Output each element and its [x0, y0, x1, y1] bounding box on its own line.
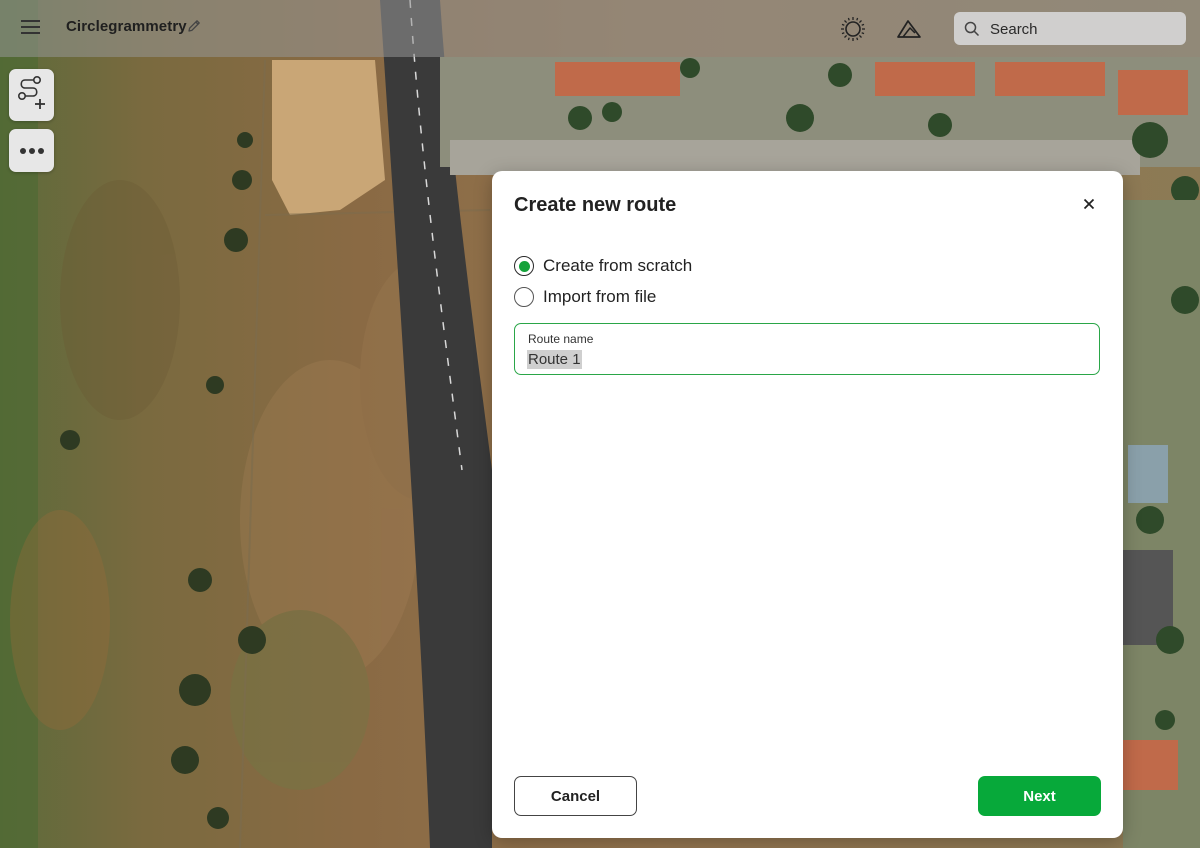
route-name-field[interactable]: Route name Route 1	[514, 323, 1100, 375]
sun-icon	[839, 17, 867, 47]
terrain-button[interactable]	[895, 15, 923, 43]
pencil-icon	[186, 20, 202, 38]
top-bar: Circlegrammetry	[0, 0, 1200, 57]
mountain-icon	[895, 20, 923, 47]
route-add-icon	[17, 75, 47, 116]
hamburger-icon	[21, 19, 41, 40]
create-route-tool-button[interactable]	[9, 69, 54, 121]
option-label: Import from file	[543, 287, 657, 306]
option-create-from-scratch[interactable]: Create from scratch	[514, 254, 692, 278]
menu-button[interactable]	[12, 10, 50, 48]
search-bar[interactable]	[954, 12, 1186, 47]
lighting-button[interactable]	[839, 15, 867, 43]
more-dots-icon	[19, 142, 45, 160]
dialog-title: Create new route	[514, 194, 677, 216]
search-input[interactable]	[988, 12, 1182, 47]
option-label: Create from scratch	[543, 256, 693, 275]
next-button[interactable]: Next	[978, 776, 1101, 816]
edit-title-button[interactable]	[186, 18, 206, 38]
close-button[interactable]	[1078, 195, 1100, 217]
more-options-button[interactable]	[9, 129, 54, 172]
create-route-dialog: Create new route Create from scratch Imp…	[492, 171, 1123, 838]
radio-button[interactable]	[514, 287, 534, 307]
search-icon	[964, 21, 980, 42]
route-name-label: Route name	[528, 332, 594, 346]
close-icon	[1083, 197, 1095, 215]
route-name-input[interactable]: Route 1	[527, 350, 582, 369]
cancel-button[interactable]: Cancel	[514, 776, 637, 816]
option-import-from-file[interactable]: Import from file	[514, 285, 656, 309]
radio-button-selected[interactable]	[514, 256, 534, 276]
project-title: Circlegrammetry	[66, 18, 187, 35]
